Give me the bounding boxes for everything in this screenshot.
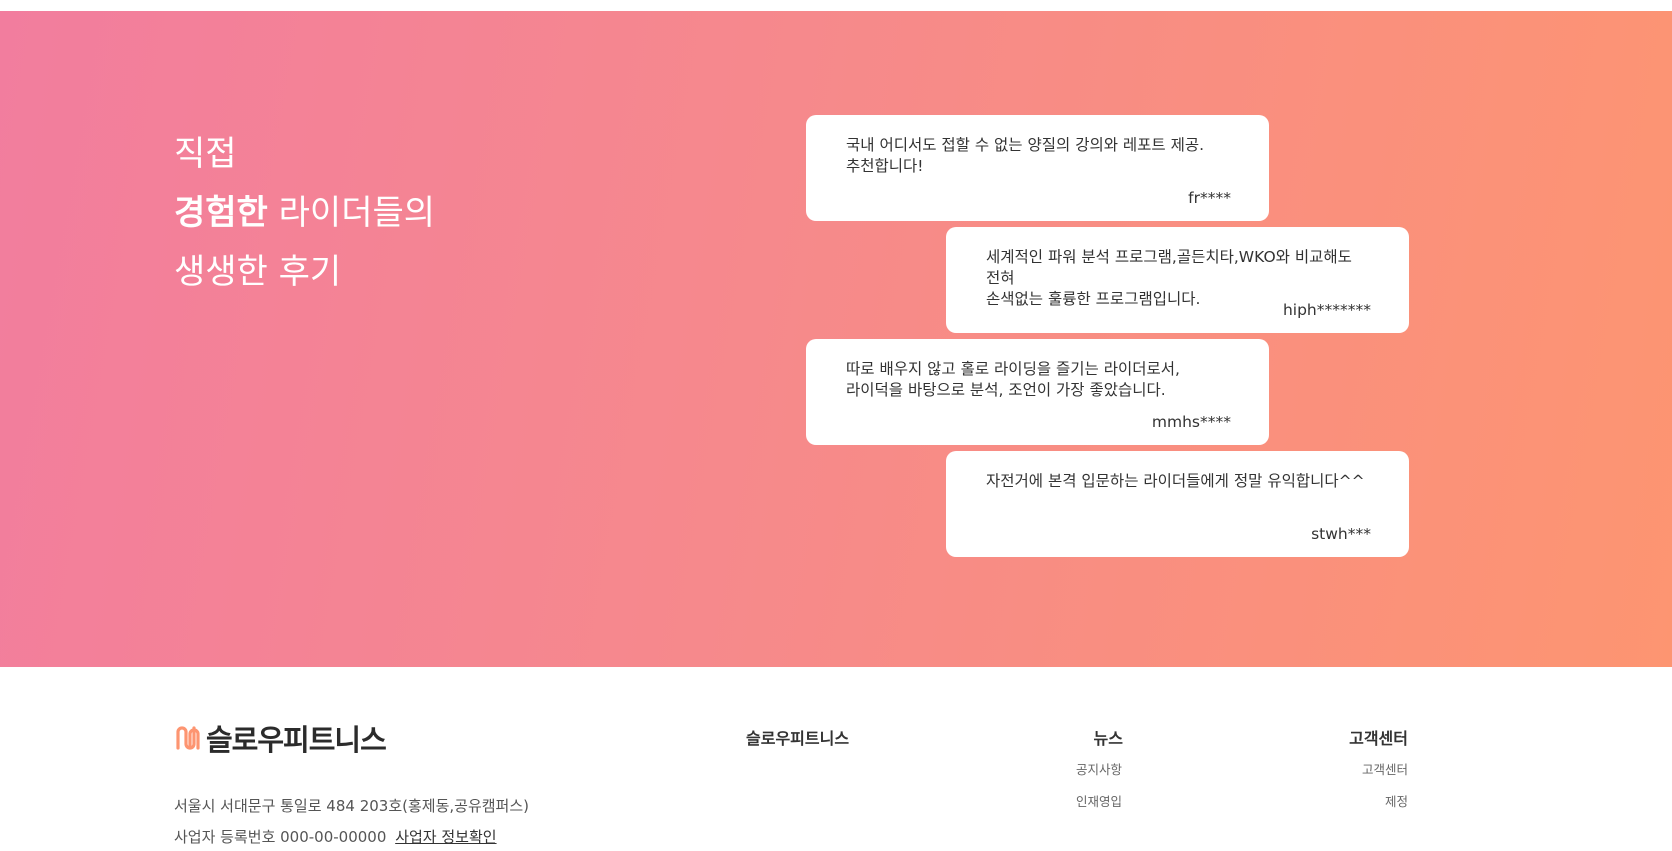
heading-line-1: 직접 [174, 134, 237, 174]
heading-bold-word: 경험한 [174, 193, 268, 233]
footer-link-support[interactable]: 고객센터 [1362, 759, 1408, 778]
site-footer: 슬로우피트니스 서울시 서대문구 통일로 484 203호(홍제동,공유캠퍼스)… [0, 667, 1672, 851]
review-card: 국내 어디서도 접할 수 없는 양질의 강의와 레포트 제공. 추천합니다! f… [806, 115, 1269, 221]
heading-line-2-rest: 라이더들의 [267, 193, 436, 233]
review-text: 따로 배우지 않고 홀로 라이딩을 즐기는 라이더로서, 라이덕을 바탕으로 분… [846, 360, 1180, 399]
review-card: 세계적인 파워 분석 프로그램,골든치타,WKO와 비교해도 전혀 손색없는 훌… [946, 227, 1409, 333]
footer-column-brand-title[interactable]: 슬로우피트니스 [746, 725, 849, 749]
review-text: 자전거에 본격 입문하는 라이더들에게 정말 유익합니다^^ [986, 472, 1365, 490]
top-strip [0, 0, 1672, 11]
review-card: 자전거에 본격 입문하는 라이더들에게 정말 유익합니다^^ stwh*** [946, 451, 1409, 557]
heading-line-3: 생생한 후기 [174, 252, 342, 292]
brand-logo-text: 슬로우피트니스 [206, 723, 387, 757]
company-address: 서울시 서대문구 통일로 484 203호(홍제동,공유캠퍼스) [174, 797, 530, 815]
review-text: 국내 어디서도 접할 수 없는 양질의 강의와 레포트 제공. 추천합니다! [846, 136, 1205, 175]
brand-logo[interactable]: 슬로우피트니스 [174, 717, 387, 759]
review-author: mmhs**** [1151, 413, 1231, 431]
brand-logo-icon [176, 726, 200, 750]
footer-column-news-title[interactable]: 뉴스 [1094, 725, 1123, 749]
business-number: 사업자 등록번호 000-00-00000 [174, 828, 387, 846]
business-info-link[interactable]: 사업자 정보확인 [395, 828, 496, 846]
review-author: hiph******* [1282, 301, 1371, 319]
business-info: 사업자 등록번호 000-00-00000 사업자 정보확인 [174, 826, 497, 847]
reviews-section: 직접 경험한 라이더들의 생생한 후기 국내 어디서도 접할 수 없는 양질의 … [0, 11, 1672, 667]
heading-line-2: 경험한 라이더들의 [174, 184, 435, 243]
review-author: fr**** [1188, 189, 1231, 207]
footer-link-recruit[interactable]: 인재영입 [1076, 791, 1122, 810]
review-author: stwh*** [1311, 525, 1371, 543]
footer-link-notice[interactable]: 공지사항 [1076, 759, 1122, 778]
footer-column-support-title[interactable]: 고객센터 [1349, 725, 1408, 749]
footer-link-terms[interactable]: 제정 [1385, 791, 1408, 810]
reviews-heading: 직접 경험한 라이더들의 생생한 후기 [174, 125, 435, 302]
review-card: 따로 배우지 않고 홀로 라이딩을 즐기는 라이더로서, 라이덕을 바탕으로 분… [806, 339, 1269, 445]
